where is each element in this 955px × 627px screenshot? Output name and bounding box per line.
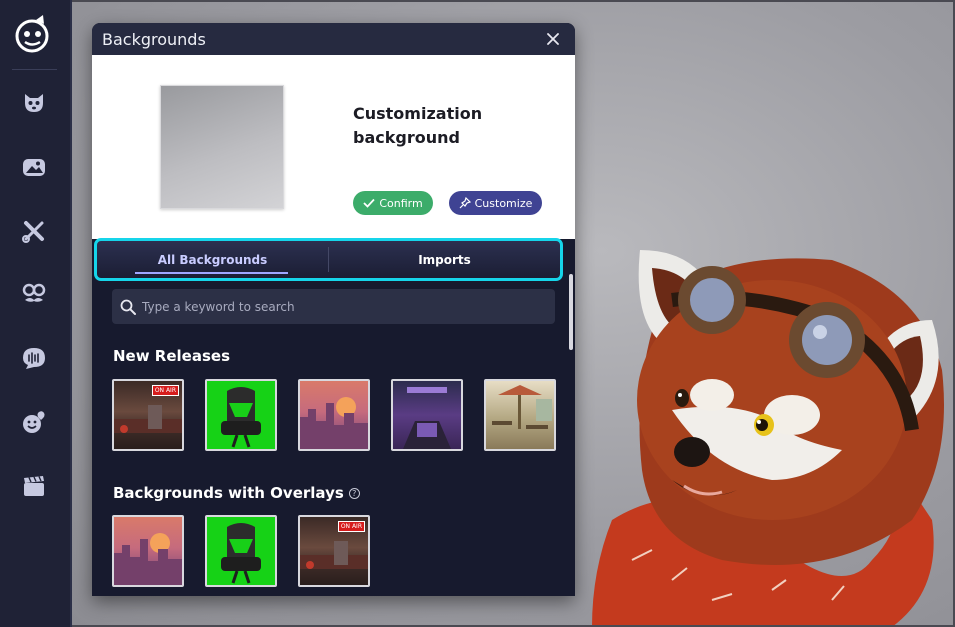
sidebar-item-voice[interactable] [19,343,49,373]
sidebar-divider [12,69,57,70]
emotes-icon [23,411,45,433]
voice-icon [23,348,45,369]
selected-background-name: Customization background [353,104,483,147]
overlays-title: Backgrounds with Overlays [113,484,344,502]
background-thumb-purple-room[interactable] [391,379,463,451]
tools-icon [22,221,44,243]
backgrounds-panel: Backgrounds Customization background Con… [92,23,575,596]
close-icon [547,33,559,45]
new-releases-heading: New Releases [113,347,230,365]
selected-background-preview: Customization background Confirm Customi… [92,55,575,239]
sidebar-item-emotes[interactable] [19,407,49,437]
panel-header: Backgrounds [92,23,575,55]
tab-imports[interactable]: Imports [329,241,560,278]
overlay-thumb-green-screen[interactable] [205,515,277,587]
sidebar-item-props[interactable] [19,279,49,309]
background-thumb-sunset-city[interactable] [298,379,370,451]
gaming-chair-art [221,387,261,448]
overlays-heading: Backgrounds with Overlays ? [113,484,360,502]
background-thumb-studio[interactable]: ON AIR [112,379,184,451]
background-thumb-green-screen[interactable] [205,379,277,451]
background-icon [23,159,45,176]
preview-thumbnail [160,85,284,209]
panel-title: Backgrounds [102,29,206,49]
tab-all-backgrounds[interactable]: All Backgrounds [97,241,328,278]
background-tabs: All Backgrounds Imports [94,238,563,281]
gaming-chair-art [221,523,261,584]
search-input[interactable] [142,299,555,314]
scenes-icon [24,476,44,496]
customize-label: Customize [474,196,533,210]
on-air-badge: ON AIR [337,521,365,532]
panel-scrollbar[interactable] [569,274,573,350]
app-logo-icon[interactable] [12,14,54,54]
confirm-button[interactable]: Confirm [353,191,433,215]
check-icon [363,198,375,208]
search-box [112,289,555,324]
sidebar-item-tools[interactable] [19,216,49,246]
left-sidebar [0,0,72,627]
pin-icon [459,197,471,209]
overlays-row: ON AIR [112,515,370,587]
confirm-label: Confirm [379,196,423,210]
new-releases-row: ON AIR [112,379,556,451]
city-art [114,533,182,585]
cafe-art [492,385,552,429]
avatar-icon [25,94,43,112]
new-releases-title: New Releases [113,347,230,365]
sidebar-item-scenes[interactable] [19,471,49,501]
close-button[interactable] [543,29,563,49]
sidebar-item-avatar[interactable] [19,88,49,118]
customize-button[interactable]: Customize [449,191,542,215]
room-art [403,387,451,449]
on-air-badge: ON AIR [151,385,179,396]
face-props-icon [22,283,46,302]
city-art [300,397,368,449]
overlay-thumb-studio[interactable]: ON AIR [298,515,370,587]
search-icon [120,299,136,315]
background-thumb-cafe[interactable] [484,379,556,451]
overlay-thumb-sunset-city[interactable] [112,515,184,587]
help-icon[interactable]: ? [348,487,360,499]
sidebar-item-backgrounds[interactable] [19,152,49,182]
